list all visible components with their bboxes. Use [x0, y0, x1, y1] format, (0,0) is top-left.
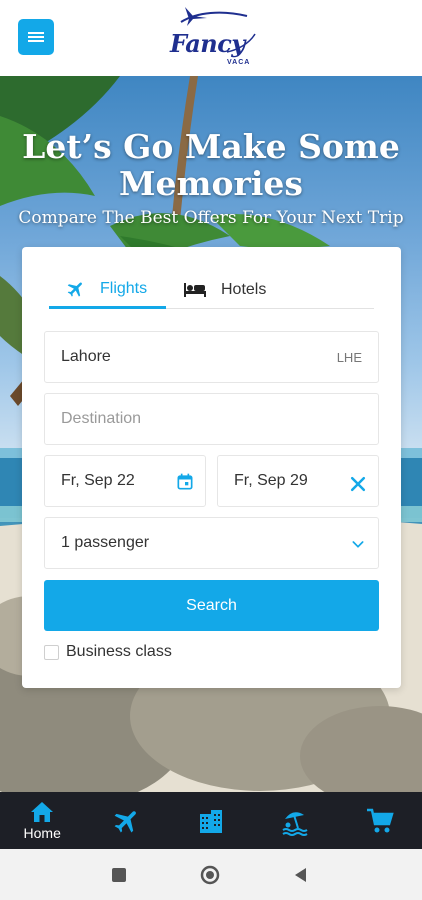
hero-title: Let’s Go Make Some Memories	[22, 127, 400, 203]
calendar-icon[interactable]	[175, 472, 195, 492]
flight-search-card: Flights Hotels Lahore LHE Destination Fr…	[22, 247, 401, 688]
home-icon	[31, 801, 54, 822]
search-button[interactable]: Search	[44, 580, 379, 631]
origin-value: Lahore	[61, 348, 111, 365]
hamburger-menu-icon	[28, 32, 44, 42]
nav-item-home-label: Home	[23, 824, 61, 841]
origin-field[interactable]: Lahore LHE	[44, 331, 379, 383]
close-icon[interactable]	[348, 474, 368, 494]
hotel-building-icon	[200, 809, 223, 833]
system-navigation-bar	[0, 849, 422, 900]
recent-apps-icon[interactable]	[109, 865, 129, 885]
nav-item-hotels[interactable]	[169, 792, 253, 849]
departure-date-value: Fr, Sep 22	[61, 472, 135, 489]
app-header: Fancy VACA	[0, 0, 422, 76]
tab-flights[interactable]: Flights	[49, 271, 166, 309]
business-class-option[interactable]: Business class	[44, 643, 172, 661]
nav-item-home[interactable]: Home	[0, 792, 84, 849]
back-triangle-icon[interactable]	[291, 865, 311, 885]
departure-date-field[interactable]: Fr, Sep 22	[44, 455, 206, 507]
bottom-navigation: Home	[0, 792, 422, 849]
passenger-value: 1 passenger	[61, 534, 150, 551]
nav-item-cart[interactable]	[338, 792, 422, 849]
return-date-field[interactable]: Fr, Sep 29	[217, 455, 379, 507]
business-class-label: Business class	[66, 643, 172, 660]
airplane-icon	[114, 810, 136, 832]
business-class-checkbox[interactable]	[44, 644, 59, 660]
logo-subtext: VACA	[227, 59, 251, 66]
chevron-down-icon	[352, 541, 364, 548]
origin-airport-code: LHE	[336, 349, 362, 365]
home-circle-icon[interactable]	[200, 865, 220, 885]
tab-flights-label: Flights	[100, 279, 148, 297]
tab-hotels[interactable]: Hotels	[183, 271, 266, 309]
nav-item-flights[interactable]	[84, 792, 168, 849]
tab-hotels-label: Hotels	[221, 281, 267, 298]
airplane-icon	[67, 281, 82, 297]
passenger-select[interactable]: 1 passenger	[44, 517, 379, 569]
destination-placeholder: Destination	[61, 410, 142, 427]
app-logo[interactable]: Fancy VACA	[167, 4, 259, 72]
return-date-value: Fr, Sep 29	[234, 472, 308, 489]
beach-umbrella-icon	[282, 811, 308, 836]
logo-text: Fancy	[170, 29, 245, 58]
bed-icon	[184, 283, 206, 297]
cart-icon	[366, 808, 394, 832]
hero-subtitle: Compare The Best Offers For Your Next Tr…	[18, 208, 404, 228]
destination-field[interactable]: Destination	[44, 393, 379, 445]
nav-item-beach[interactable]	[253, 792, 337, 849]
search-tabs: Flights Hotels	[49, 271, 374, 309]
menu-button[interactable]	[18, 19, 54, 55]
